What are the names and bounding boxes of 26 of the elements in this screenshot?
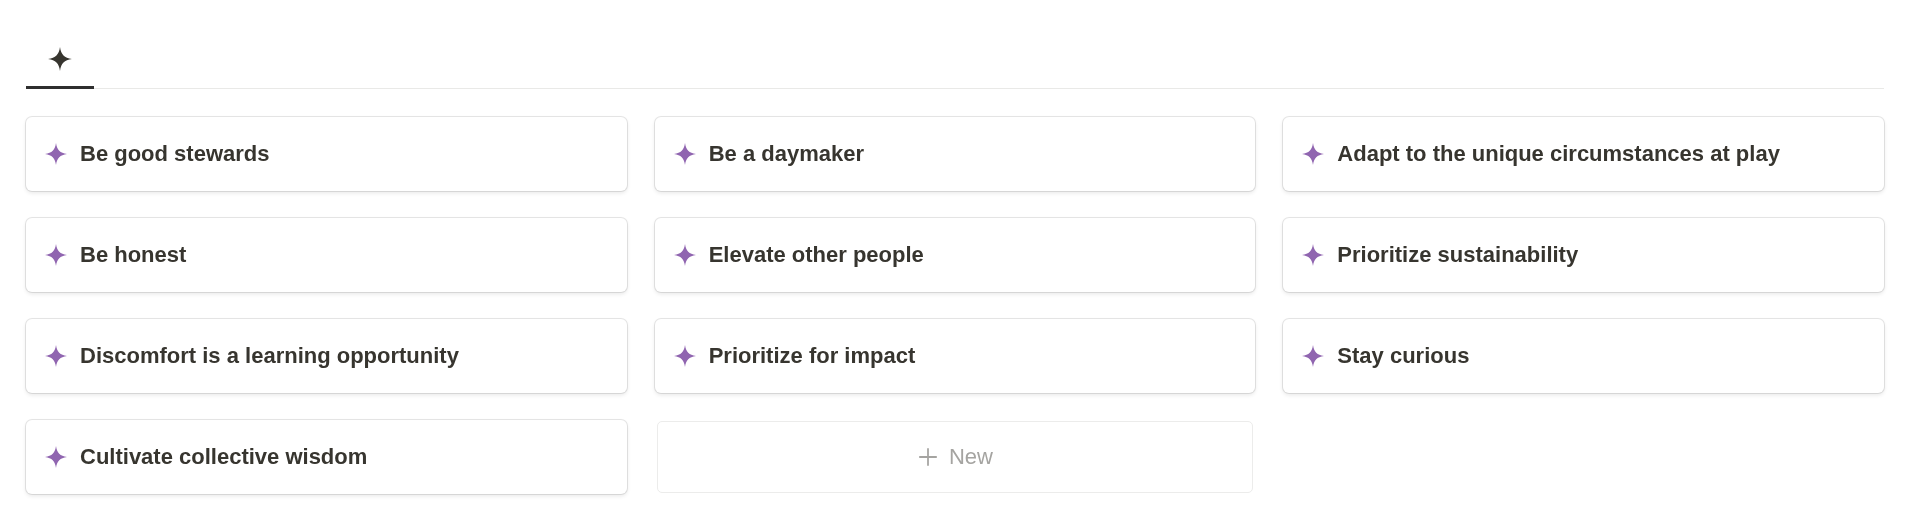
card[interactable]: Stay curious — [1283, 319, 1884, 393]
card-title: Adapt to the unique circumstances at play — [1337, 141, 1780, 167]
plus-icon — [917, 446, 939, 468]
card[interactable]: Be honest — [26, 218, 627, 292]
card[interactable]: Prioritize sustainability — [1283, 218, 1884, 292]
card-title: Prioritize sustainability — [1337, 242, 1579, 268]
card[interactable]: Cultivate collective wisdom — [26, 420, 627, 494]
card-title: Be honest — [80, 242, 187, 268]
card[interactable]: Elevate other people — [654, 218, 1256, 292]
card-title: Elevate other people — [708, 242, 924, 268]
card-title: Be good stewards — [80, 141, 270, 167]
sparkle-icon — [44, 142, 68, 166]
card[interactable]: Prioritize for impact — [654, 319, 1256, 393]
sparkle-icon — [44, 445, 68, 469]
card[interactable]: Discomfort is a learning opportunity — [26, 319, 627, 393]
card[interactable]: Be good stewards — [26, 117, 627, 191]
card-title: Be a daymaker — [708, 141, 864, 167]
card[interactable]: Adapt to the unique circumstances at play — [1283, 117, 1884, 191]
card-title: Prioritize for impact — [708, 343, 916, 369]
card-title: Discomfort is a learning opportunity — [80, 343, 459, 369]
sparkle-icon — [44, 243, 68, 267]
card-title: Cultivate collective wisdom — [80, 444, 368, 470]
sparkle-icon — [47, 46, 73, 72]
sparkle-icon — [44, 344, 68, 368]
card[interactable]: Be a daymaker — [654, 117, 1256, 191]
card-title: Stay curious — [1337, 343, 1470, 369]
